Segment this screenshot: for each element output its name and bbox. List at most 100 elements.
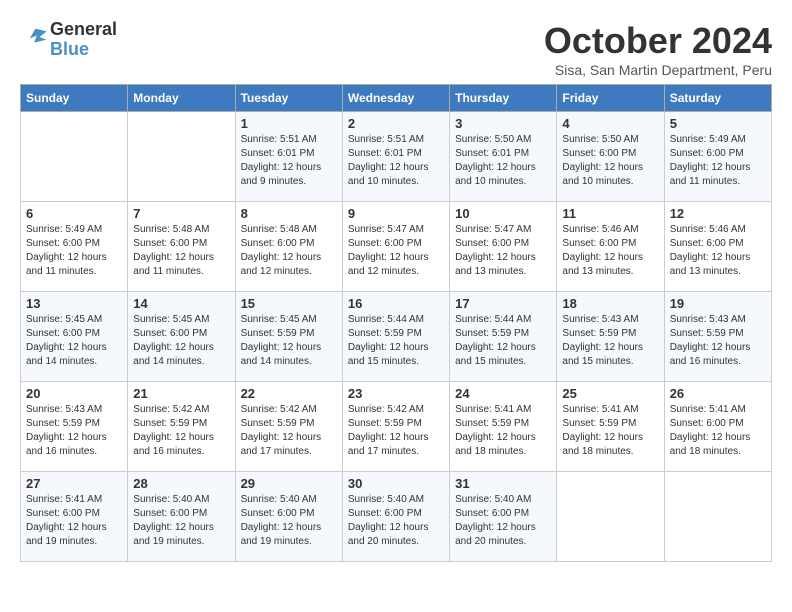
calendar-cell: 14 Sunrise: 5:45 AM Sunset: 6:00 PM Dayli… [128,292,235,382]
day-info: Sunrise: 5:43 AM Sunset: 5:59 PM Dayligh… [26,403,122,459]
day-info: Sunrise: 5:49 AM Sunset: 6:00 PM Dayligh… [26,223,122,279]
calendar-cell: 29 Sunrise: 5:40 AM Sunset: 6:00 PM Dayli… [235,472,342,562]
day-number: 5 [670,116,766,131]
weekday-header-friday: Friday [557,85,664,112]
calendar-cell: 13 Sunrise: 5:45 AM Sunset: 6:00 PM Dayli… [21,292,128,382]
page-header: General Blue October 2024 Sisa, San Mart… [20,20,772,78]
day-number: 13 [26,296,122,311]
calendar-cell: 23Sunrise: 5:42 AM Sunset: 5:59 PM Dayli… [342,382,449,472]
calendar-cell: 30Sunrise: 5:40 AM Sunset: 6:00 PM Dayli… [342,472,449,562]
day-info: Sunrise: 5:46 AM Sunset: 6:00 PM Dayligh… [670,223,766,279]
day-info: Sunrise: 5:43 AM Sunset: 5:59 PM Dayligh… [562,313,658,369]
calendar-cell: 17Sunrise: 5:44 AM Sunset: 5:59 PM Dayli… [450,292,557,382]
calendar-cell: 20 Sunrise: 5:43 AM Sunset: 5:59 PM Dayli… [21,382,128,472]
logo-icon [20,23,48,51]
calendar-cell: 16 Sunrise: 5:44 AM Sunset: 5:59 PM Dayli… [342,292,449,382]
day-number: 10 [455,206,551,221]
day-info: Sunrise: 5:47 AM Sunset: 6:00 PM Dayligh… [455,223,551,279]
day-info: Sunrise: 5:50 AM Sunset: 6:01 PM Dayligh… [455,133,551,189]
calendar-cell: 31 Sunrise: 5:40 AM Sunset: 6:00 PM Dayli… [450,472,557,562]
day-info: Sunrise: 5:41 AM Sunset: 5:59 PM Dayligh… [455,403,551,459]
calendar-cell: 12Sunrise: 5:46 AM Sunset: 6:00 PM Dayli… [664,202,771,292]
day-info: Sunrise: 5:51 AM Sunset: 6:01 PM Dayligh… [241,133,337,189]
day-number: 24 [455,386,551,401]
day-info: Sunrise: 5:42 AM Sunset: 5:59 PM Dayligh… [241,403,337,459]
calendar-cell: 9 Sunrise: 5:47 AM Sunset: 6:00 PM Daylig… [342,202,449,292]
calendar-cell: 10 Sunrise: 5:47 AM Sunset: 6:00 PM Dayli… [450,202,557,292]
day-info: Sunrise: 5:46 AM Sunset: 6:00 PM Dayligh… [562,223,658,279]
day-number: 3 [455,116,551,131]
day-number: 1 [241,116,337,131]
day-number: 18 [562,296,658,311]
calendar-week-2: 6 Sunrise: 5:49 AM Sunset: 6:00 PM Daylig… [21,202,772,292]
day-number: 15 [241,296,337,311]
day-info: Sunrise: 5:45 AM Sunset: 6:00 PM Dayligh… [26,313,122,369]
calendar-table: SundayMondayTuesdayWednesdayThursdayFrid… [20,84,772,562]
calendar-cell: 3 Sunrise: 5:50 AM Sunset: 6:01 PM Daylig… [450,112,557,202]
calendar-cell [557,472,664,562]
weekday-header-saturday: Saturday [664,85,771,112]
day-number: 11 [562,206,658,221]
day-info: Sunrise: 5:45 AM Sunset: 6:00 PM Dayligh… [133,313,229,369]
day-info: Sunrise: 5:44 AM Sunset: 5:59 PM Dayligh… [455,313,551,369]
day-info: Sunrise: 5:50 AM Sunset: 6:00 PM Dayligh… [562,133,658,189]
weekday-header-tuesday: Tuesday [235,85,342,112]
weekday-header-monday: Monday [128,85,235,112]
weekday-header-sunday: Sunday [21,85,128,112]
calendar-cell [664,472,771,562]
logo: General Blue [20,20,117,60]
calendar-cell: 4Sunrise: 5:50 AM Sunset: 6:00 PM Daylig… [557,112,664,202]
title-block: October 2024 Sisa, San Martin Department… [544,20,772,78]
day-number: 26 [670,386,766,401]
month-title: October 2024 [544,20,772,62]
day-number: 27 [26,476,122,491]
calendar-cell: 1 Sunrise: 5:51 AM Sunset: 6:01 PM Daylig… [235,112,342,202]
day-number: 23 [348,386,444,401]
calendar-cell: 15 Sunrise: 5:45 AM Sunset: 5:59 PM Dayli… [235,292,342,382]
calendar-cell: 22 Sunrise: 5:42 AM Sunset: 5:59 PM Dayli… [235,382,342,472]
day-info: Sunrise: 5:45 AM Sunset: 5:59 PM Dayligh… [241,313,337,369]
calendar-week-1: 1 Sunrise: 5:51 AM Sunset: 6:01 PM Daylig… [21,112,772,202]
day-number: 19 [670,296,766,311]
day-number: 9 [348,206,444,221]
calendar-cell: 21 Sunrise: 5:42 AM Sunset: 5:59 PM Dayli… [128,382,235,472]
weekday-header-thursday: Thursday [450,85,557,112]
day-number: 28 [133,476,229,491]
day-number: 20 [26,386,122,401]
day-number: 22 [241,386,337,401]
day-info: Sunrise: 5:40 AM Sunset: 6:00 PM Dayligh… [241,493,337,549]
calendar-cell: 7Sunrise: 5:48 AM Sunset: 6:00 PM Daylig… [128,202,235,292]
day-number: 14 [133,296,229,311]
weekday-header-wednesday: Wednesday [342,85,449,112]
calendar-cell: 2Sunrise: 5:51 AM Sunset: 6:01 PM Daylig… [342,112,449,202]
day-info: Sunrise: 5:41 AM Sunset: 5:59 PM Dayligh… [562,403,658,459]
calendar-cell: 11 Sunrise: 5:46 AM Sunset: 6:00 PM Dayli… [557,202,664,292]
day-number: 7 [133,206,229,221]
day-number: 21 [133,386,229,401]
calendar-cell [128,112,235,202]
calendar-cell: 8Sunrise: 5:48 AM Sunset: 6:00 PM Daylig… [235,202,342,292]
day-info: Sunrise: 5:44 AM Sunset: 5:59 PM Dayligh… [348,313,444,369]
calendar-header-row: SundayMondayTuesdayWednesdayThursdayFrid… [21,85,772,112]
day-number: 6 [26,206,122,221]
day-number: 31 [455,476,551,491]
day-number: 2 [348,116,444,131]
calendar-cell: 28 Sunrise: 5:40 AM Sunset: 6:00 PM Dayli… [128,472,235,562]
calendar-cell: 24 Sunrise: 5:41 AM Sunset: 5:59 PM Dayli… [450,382,557,472]
calendar-cell: 18 Sunrise: 5:43 AM Sunset: 5:59 PM Dayli… [557,292,664,382]
calendar-week-5: 27Sunrise: 5:41 AM Sunset: 6:00 PM Dayli… [21,472,772,562]
calendar-cell: 5Sunrise: 5:49 AM Sunset: 6:00 PM Daylig… [664,112,771,202]
day-info: Sunrise: 5:42 AM Sunset: 5:59 PM Dayligh… [133,403,229,459]
calendar-cell [21,112,128,202]
day-info: Sunrise: 5:47 AM Sunset: 6:00 PM Dayligh… [348,223,444,279]
logo-text: General Blue [50,20,117,60]
location-subtitle: Sisa, San Martin Department, Peru [544,62,772,78]
day-number: 29 [241,476,337,491]
day-number: 16 [348,296,444,311]
day-info: Sunrise: 5:40 AM Sunset: 6:00 PM Dayligh… [348,493,444,549]
day-number: 25 [562,386,658,401]
day-info: Sunrise: 5:40 AM Sunset: 6:00 PM Dayligh… [455,493,551,549]
calendar-week-4: 20 Sunrise: 5:43 AM Sunset: 5:59 PM Dayli… [21,382,772,472]
calendar-cell: 6 Sunrise: 5:49 AM Sunset: 6:00 PM Daylig… [21,202,128,292]
day-info: Sunrise: 5:40 AM Sunset: 6:00 PM Dayligh… [133,493,229,549]
